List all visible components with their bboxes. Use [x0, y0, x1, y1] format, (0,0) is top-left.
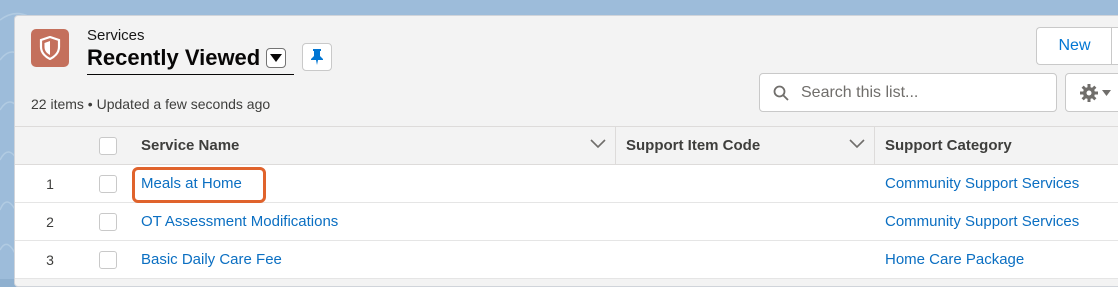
- support-category-link[interactable]: Community Support Services: [885, 175, 1079, 192]
- caret-down-icon: [270, 54, 283, 62]
- object-icon: [31, 29, 69, 67]
- table-row: 2 OT Assessment Modifications Community …: [15, 203, 1118, 241]
- pin-list-button[interactable]: [302, 43, 332, 71]
- list-view-panel: Services Recently Viewed New 22 items • …: [14, 15, 1118, 287]
- actions-overflow-button[interactable]: [1111, 27, 1118, 65]
- service-name-link[interactable]: OT Assessment Modifications: [141, 213, 338, 230]
- select-all-checkbox[interactable]: [99, 136, 117, 155]
- support-category-cell: Community Support Services: [875, 203, 1118, 240]
- service-name-link[interactable]: Meals at Home: [141, 175, 242, 192]
- column-header-service-name[interactable]: Service Name: [141, 127, 611, 164]
- row-number: 1: [46, 175, 54, 192]
- support-item-code-cell: [616, 203, 884, 240]
- support-category-cell: Home Care Package: [875, 241, 1118, 278]
- search-icon: [773, 85, 789, 101]
- list-settings-button[interactable]: [1065, 73, 1118, 112]
- support-item-code-cell: [616, 241, 884, 278]
- list-title: Recently Viewed: [87, 45, 261, 70]
- list-status: 22 items • Updated a few seconds ago: [31, 96, 271, 112]
- row-number: 2: [46, 213, 54, 230]
- column-header-support-category[interactable]: Support Category: [875, 127, 1118, 164]
- support-category-link[interactable]: Community Support Services: [885, 213, 1079, 230]
- table-header-row: Service Name Support Item Code Support C…: [15, 126, 1118, 165]
- list-table: Service Name Support Item Code Support C…: [15, 126, 1118, 279]
- chevron-down-icon[interactable]: [849, 139, 865, 149]
- chevron-down-icon[interactable]: [590, 139, 606, 149]
- support-category-cell: Community Support Services: [875, 165, 1118, 202]
- new-button[interactable]: New: [1036, 27, 1112, 65]
- search-input[interactable]: [799, 82, 1043, 103]
- select-all-cell: [99, 127, 121, 164]
- search-box[interactable]: [759, 73, 1057, 112]
- row-checkbox[interactable]: [99, 174, 117, 193]
- caret-down-icon: [1101, 89, 1111, 96]
- pin-icon: [311, 49, 323, 65]
- service-name-cell: Basic Daily Care Fee: [141, 241, 611, 278]
- table-row: 1 Meals at Home Community Support Servic…: [15, 165, 1118, 203]
- gear-icon: [1079, 83, 1098, 102]
- row-select-cell: [99, 241, 121, 278]
- list-view-dropdown-button[interactable]: [266, 48, 287, 68]
- list-view-selector[interactable]: Recently Viewed: [87, 45, 295, 75]
- support-category-link[interactable]: Home Care Package: [885, 251, 1024, 268]
- row-select-cell: [99, 165, 121, 202]
- column-header-support-item-code[interactable]: Support Item Code: [616, 127, 884, 164]
- row-number: 3: [46, 251, 54, 268]
- row-checkbox[interactable]: [99, 250, 117, 269]
- service-name-link[interactable]: Basic Daily Care Fee: [141, 251, 282, 268]
- row-checkbox[interactable]: [99, 212, 117, 231]
- shield-icon: [39, 36, 61, 60]
- table-row: 3 Basic Daily Care Fee Home Care Package: [15, 241, 1118, 279]
- object-label: Services: [87, 27, 145, 44]
- service-name-cell: OT Assessment Modifications: [141, 203, 611, 240]
- support-item-code-cell: [616, 165, 884, 202]
- row-select-cell: [99, 203, 121, 240]
- service-name-cell: Meals at Home: [141, 165, 611, 202]
